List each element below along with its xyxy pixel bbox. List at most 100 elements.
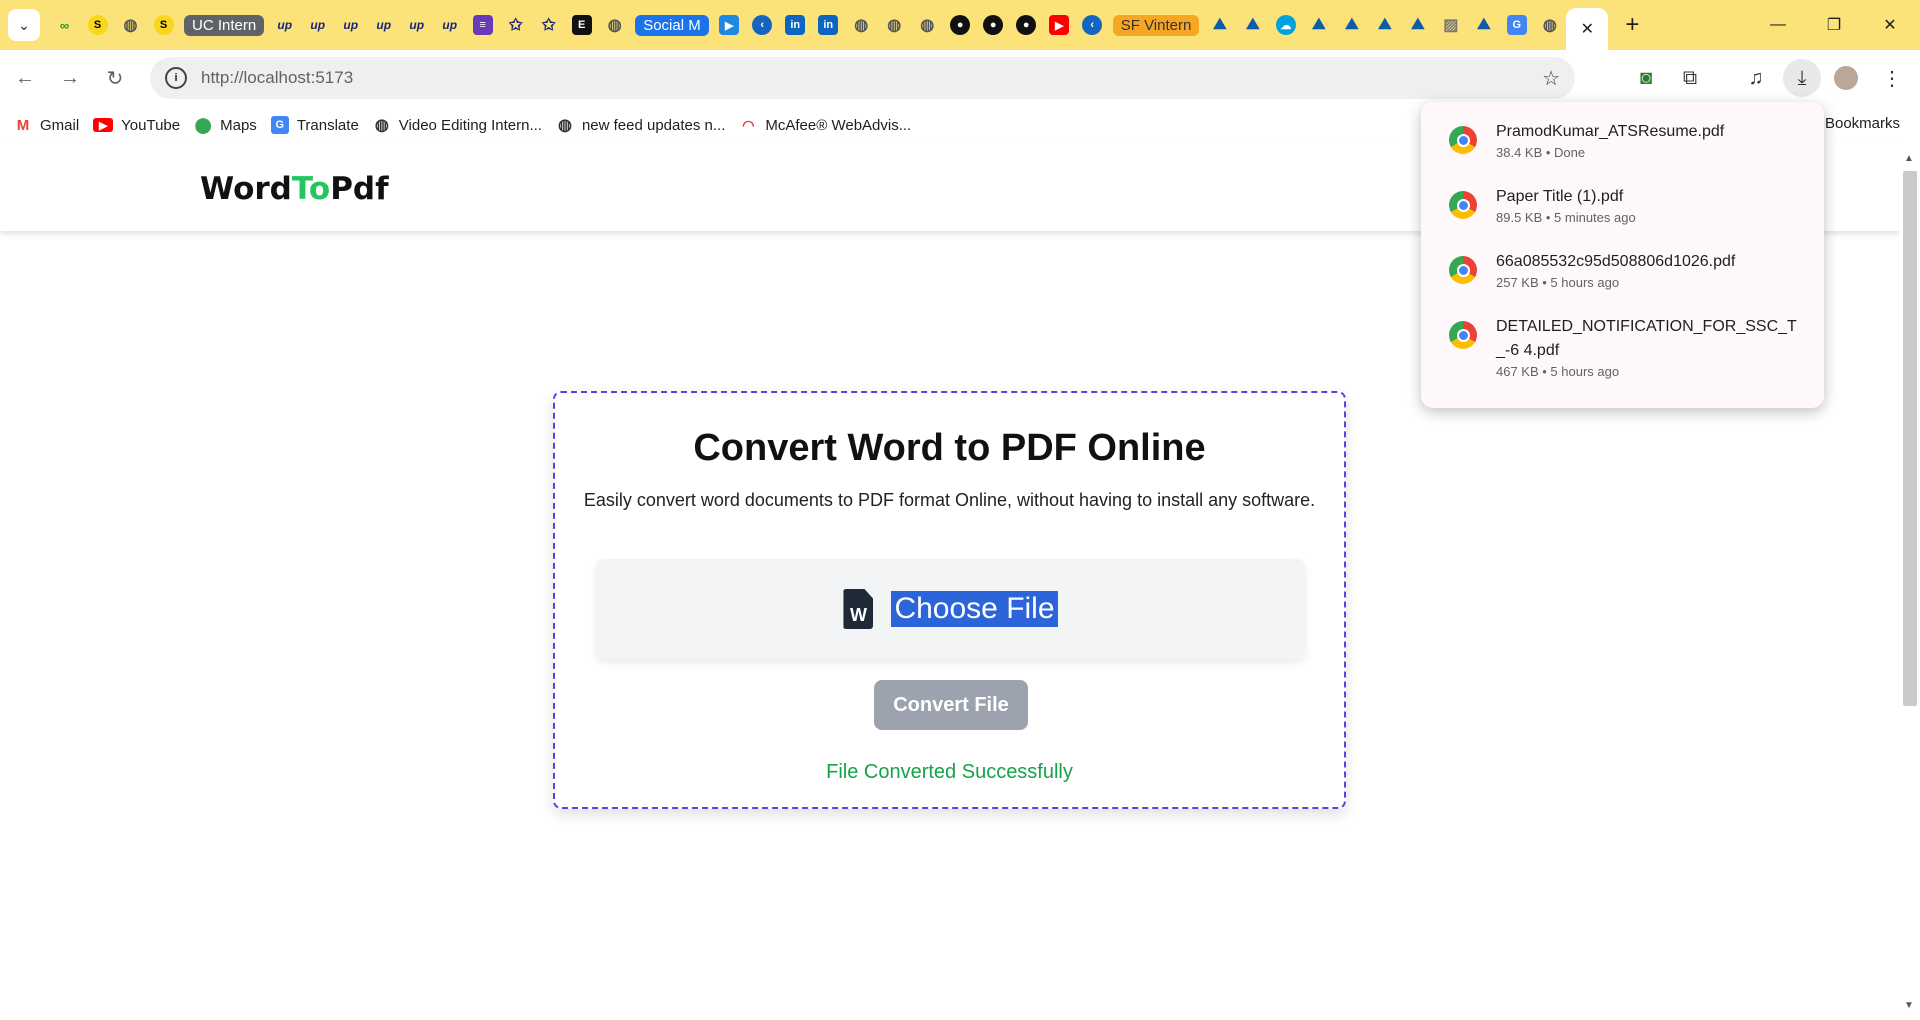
tab-favicon-play[interactable]: ▶	[713, 8, 746, 42]
bookmark-youtube[interactable]: ▶ YouTube	[93, 117, 180, 134]
download-filename: PramodKumar_ATSResume.pdf	[1496, 123, 1725, 140]
tab-github-1[interactable]: ●	[944, 8, 977, 42]
tab-globe-5[interactable]: ◍	[1533, 8, 1566, 42]
tab-chip-sf-vintern[interactable]: SF Vintern	[1109, 8, 1204, 42]
tab-favicon-4[interactable]: S	[147, 8, 180, 42]
tab-favicon-1[interactable]: ∞	[48, 8, 81, 42]
tab-youtube[interactable]: ▶	[1043, 8, 1076, 42]
tab-linkedin-2[interactable]: in	[812, 8, 845, 42]
tab-favicon-e[interactable]: E	[565, 8, 598, 42]
tab-globe-4[interactable]: ◍	[911, 8, 944, 42]
glasses-icon: ∞	[59, 17, 70, 33]
gmail-icon: M	[16, 116, 30, 134]
tab-trail-4[interactable]: ⛰	[1335, 8, 1368, 42]
close-tab-icon[interactable]: ✕	[1581, 19, 1594, 39]
tab-forms[interactable]: ≡	[466, 8, 499, 42]
round-logo-icon: ‹	[1082, 15, 1103, 35]
tab-chip-social-m[interactable]: Social M	[631, 8, 713, 42]
close-window-button[interactable]: ✕	[1862, 0, 1918, 50]
extension-button[interactable]: ◙	[1627, 59, 1665, 97]
tab-github-2[interactable]: ●	[977, 8, 1010, 42]
active-tab[interactable]: ✕	[1566, 8, 1609, 50]
bookmark-translate[interactable]: G Translate	[270, 116, 359, 134]
chevron-down-icon: ⌄	[18, 16, 30, 33]
page-scrollbar[interactable]: ▲ ▼	[1900, 143, 1920, 1020]
logo-to: To	[291, 171, 331, 207]
minimize-button[interactable]: —	[1750, 0, 1806, 50]
tab-search-button[interactable]: ⌄	[8, 9, 40, 41]
download-item[interactable]: PramodKumar_ATSResume.pdf 38.4 KB • Done	[1421, 120, 1824, 185]
trailhead-icon: ⛰	[1477, 16, 1491, 33]
tab-upwork-2[interactable]: up	[301, 8, 334, 42]
linkedin-icon: in	[818, 15, 839, 35]
tab-image[interactable]: ▨	[1434, 8, 1467, 42]
bookmark-star-icon[interactable]: ☆	[1542, 66, 1560, 91]
tab-upwork-1[interactable]: up	[268, 8, 301, 42]
upwork-icon: up	[277, 18, 293, 32]
profile-avatar[interactable]	[1827, 59, 1865, 97]
new-tab-button[interactable]: +	[1612, 5, 1652, 45]
downloads-bubble: PramodKumar_ATSResume.pdf 38.4 KB • Done …	[1421, 102, 1824, 408]
bookmark-label: Gmail	[40, 116, 80, 134]
download-filename: DETAILED_NOTIFICATION_FOR_SSC_T_-6 4.pdf	[1496, 318, 1797, 359]
tab-favicon-2[interactable]: S	[81, 8, 114, 42]
download-item[interactable]: 66a085532c95d508806d1026.pdf 257 KB • 5 h…	[1421, 250, 1824, 315]
scroll-up-icon[interactable]: ▲	[1904, 153, 1914, 164]
trailhead-icon: ⛰	[1378, 16, 1392, 33]
tab-salesforce[interactable]: ☁	[1269, 8, 1302, 42]
bookmark-mcafee[interactable]: ◠ McAfee® WebAdvis...	[739, 116, 911, 134]
convert-file-button[interactable]: Convert File	[874, 680, 1028, 730]
tab-trail-7[interactable]: ⛰	[1467, 8, 1500, 42]
tab-favicon-star-1[interactable]: ✩	[499, 8, 532, 42]
tab-upwork-6[interactable]: up	[433, 8, 466, 42]
download-item[interactable]: Paper Title (1).pdf 89.5 KB • 5 minutes a…	[1421, 185, 1824, 250]
forward-button[interactable]: →	[50, 59, 90, 99]
bookmark-gmail[interactable]: M Gmail	[14, 116, 79, 134]
tab-trail-5[interactable]: ⛰	[1368, 8, 1401, 42]
tab-favicon-round-2[interactable]: ‹	[1076, 8, 1109, 42]
chrome-icon	[1449, 126, 1477, 154]
tab-trail-3[interactable]: ⛰	[1302, 8, 1335, 42]
tab-github-3[interactable]: ●	[1010, 8, 1043, 42]
site-logo[interactable]: WordToPdf	[200, 171, 389, 207]
tab-upwork-3[interactable]: up	[334, 8, 367, 42]
tab-translate[interactable]: G	[1500, 8, 1533, 42]
close-icon: ✕	[1883, 17, 1897, 34]
tab-globe-3[interactable]: ◍	[878, 8, 911, 42]
tab-trail-6[interactable]: ⛰	[1401, 8, 1434, 42]
download-item[interactable]: DETAILED_NOTIFICATION_FOR_SSC_T_-6 4.pdf…	[1421, 315, 1824, 405]
tab-chip-uc-intern[interactable]: UC Intern	[180, 8, 268, 42]
reload-button[interactable]: ↻	[95, 59, 135, 99]
back-button[interactable]: ←	[5, 59, 45, 99]
bookmark-label: new feed updates n...	[581, 116, 726, 134]
extensions-button[interactable]: ⧉	[1671, 59, 1709, 97]
chrome-menu-button[interactable]: ⋮	[1873, 59, 1911, 97]
tab-favicon-star-2[interactable]: ✩	[532, 8, 565, 42]
downloads-button[interactable]: ⤓	[1783, 59, 1821, 97]
url-text[interactable]: http://localhost:5173	[201, 68, 353, 88]
site-info-icon[interactable]: i	[165, 67, 187, 89]
tab-trail-1[interactable]: ⛰	[1203, 8, 1236, 42]
tab-group-label: SF Vintern	[1112, 14, 1200, 36]
tab-upwork-4[interactable]: up	[367, 8, 400, 42]
all-bookmarks-button[interactable]: Bookmarks	[1825, 115, 1900, 132]
chrome-icon	[1449, 191, 1477, 219]
bookmark-video-editing[interactable]: ◍ Video Editing Intern...	[373, 116, 542, 135]
media-controls-button[interactable]: ♫	[1737, 59, 1775, 97]
bookmark-maps[interactable]: ⬤ Maps	[194, 116, 257, 135]
tab-favicon-3[interactable]: ◍	[114, 8, 147, 42]
tab-favicon-globe-1[interactable]: ◍	[598, 8, 631, 42]
restore-button[interactable]: ❐	[1806, 0, 1862, 50]
bookmark-feed-updates[interactable]: ◍ new feed updates n...	[556, 116, 726, 135]
choose-file-label[interactable]: Choose File	[891, 591, 1058, 627]
tab-globe-2[interactable]: ◍	[845, 8, 878, 42]
tab-upwork-5[interactable]: up	[400, 8, 433, 42]
tab-favicon-round[interactable]: ‹	[746, 8, 779, 42]
tab-trail-2[interactable]: ⛰	[1236, 8, 1269, 42]
scroll-thumb[interactable]	[1903, 171, 1917, 706]
file-dropzone[interactable]: W Choose File	[596, 559, 1305, 659]
upwork-icon: up	[343, 18, 359, 32]
scroll-down-icon[interactable]: ▼	[1904, 1000, 1914, 1011]
tab-linkedin-1[interactable]: in	[779, 8, 812, 42]
address-bar[interactable]: i http://localhost:5173 ☆	[150, 57, 1575, 99]
